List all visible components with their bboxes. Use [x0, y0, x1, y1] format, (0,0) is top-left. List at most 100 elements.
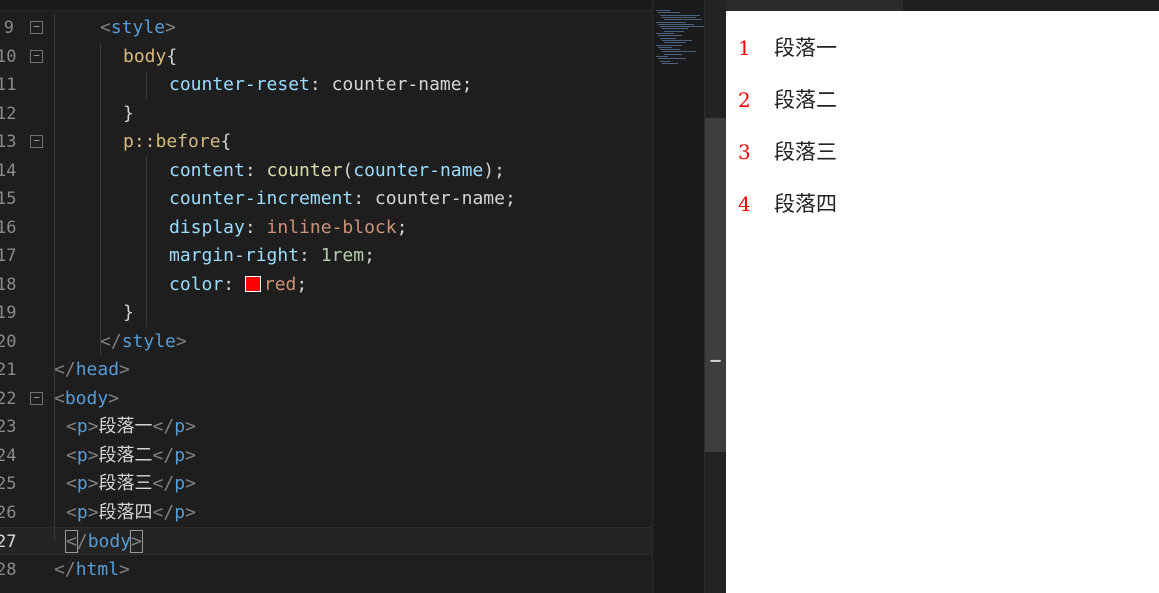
indent-guide [100, 43, 101, 355]
code-token: content [169, 159, 245, 181]
code-token: body [64, 387, 109, 409]
fold-toggle-icon[interactable]: − [30, 135, 43, 148]
line-number: 13 [0, 132, 17, 152]
fold-toggle-icon[interactable]: − [30, 21, 43, 34]
indent-guide [146, 156, 147, 327]
code-line[interactable]: 14 content: counter(counter-name); [0, 157, 652, 185]
code-text: </html> [54, 556, 130, 584]
code-token: counter [266, 159, 343, 181]
code-token: p [76, 416, 88, 437]
minimap-line [658, 23, 694, 25]
code-token: red [263, 273, 297, 295]
line-number: 24 [0, 445, 17, 466]
fold-toggle-icon[interactable]: − [30, 49, 43, 63]
code-token: p [174, 501, 186, 523]
minimap-line [658, 46, 672, 48]
code-text: <p>段落一</p> [66, 413, 196, 441]
minimap-line [662, 62, 678, 64]
code-token: counter-name [353, 159, 484, 181]
code-token: 段落二 [98, 444, 153, 466]
code-token: > [130, 530, 143, 553]
scroll-position-marker-icon: ▔ [710, 361, 721, 376]
code-token: ( [342, 159, 354, 181]
code-line[interactable]: 17 margin-right: 1rem; [0, 242, 652, 270]
code-token: > [185, 444, 196, 466]
code-editor[interactable]: 9− <style> 10− body{11 counter-reset: counte… [0, 0, 652, 593]
code-line[interactable]: 9 − <style> [0, 14, 652, 42]
code-text: </style> [100, 328, 187, 356]
code-token: / [76, 531, 88, 552]
code-line[interactable]: 19} [0, 299, 652, 327]
paragraph-text: 段落三 [774, 140, 837, 164]
minimap-line [664, 19, 702, 21]
code-line[interactable]: 20 </style> [0, 328, 652, 356]
code-line[interactable]: 25 <p>段落三</p> [0, 470, 652, 498]
editor-tab-bar [0, 0, 652, 11]
line-number: 14 [0, 160, 17, 181]
code-token: < [100, 17, 111, 38]
line-number: 15 [0, 189, 17, 209]
minimap-line [658, 35, 682, 37]
paragraph-text: 段落四 [774, 192, 837, 216]
code-token: { [166, 45, 178, 67]
code-line[interactable]: 18 color: red; [0, 271, 652, 299]
counter-number: 1 [738, 36, 751, 60]
code-line[interactable]: 13− p::before{ [0, 128, 652, 156]
code-text: content: counter(counter-name); [169, 157, 505, 185]
fold-toggle-icon[interactable]: − [30, 391, 43, 405]
line-number: 22 [0, 388, 17, 409]
minimap-line [660, 37, 676, 39]
code-line[interactable]: 15 counter-increment: counter-name; [0, 185, 652, 213]
code-line[interactable]: 28 </html> [0, 556, 652, 584]
code-text: counter-increment: counter-name; [169, 185, 516, 213]
code-token: </ [54, 359, 76, 380]
code-token: > [185, 501, 196, 523]
minimap-line [662, 39, 692, 41]
code-token: </ [152, 501, 175, 523]
code-line[interactable]: 10− body{ [0, 43, 652, 71]
editor-scrollbar[interactable]: ▔ [704, 0, 726, 593]
code-token: > [185, 473, 196, 494]
minimap-line [664, 42, 686, 44]
code-text: } [123, 100, 134, 128]
minimap-line [664, 30, 684, 32]
paragraph-text: 段落二 [774, 88, 837, 112]
code-token: color [169, 273, 224, 295]
code-line[interactable]: 24 <p>段落二</p> [0, 442, 652, 470]
code-token: > [175, 330, 187, 352]
code-token: : [244, 216, 267, 238]
indent-guide [54, 14, 55, 540]
line-number: 11 [0, 75, 17, 95]
preview-paragraph: 1 段落一 [738, 34, 837, 62]
code-token: : counter-name; [309, 74, 473, 95]
line-number: 27 [0, 532, 17, 552]
line-number: 25 [0, 474, 17, 494]
scrollbar-thumb[interactable] [705, 118, 726, 452]
code-token: margin-right [169, 245, 300, 266]
minimap-line [662, 16, 696, 18]
code-line[interactable]: 27 </body> [0, 527, 652, 555]
code-text: p::before{ [123, 128, 231, 156]
code-token: p [174, 473, 186, 494]
code-minimap[interactable] [652, 0, 704, 593]
code-line[interactable]: 22− <body> [0, 385, 652, 413]
code-text: <p>段落三</p> [66, 470, 196, 498]
code-line[interactable]: 23 <p>段落一</p> [0, 413, 652, 441]
paragraph-text: 段落一 [774, 36, 837, 60]
line-number: 28 [0, 559, 17, 580]
code-line[interactable]: 21 </head> [0, 356, 652, 384]
code-token: > [87, 501, 99, 523]
line-number: 19 [0, 303, 17, 323]
code-token: : [299, 245, 321, 266]
preview-paragraph: 4 段落四 [738, 190, 837, 218]
minimap-line [660, 26, 704, 28]
code-token: : counter-name; [353, 188, 516, 209]
code-line[interactable]: 12} [0, 100, 652, 128]
line-number: 17 [0, 246, 17, 266]
minimap-line [656, 21, 686, 23]
code-line[interactable]: 11 counter-reset: counter-name; [0, 71, 652, 99]
code-line[interactable]: 26 <p>段落四</p> [0, 499, 652, 527]
minimap-line [658, 12, 680, 14]
code-token: > [87, 416, 99, 437]
code-line[interactable]: 16 display: inline-block; [0, 214, 652, 242]
